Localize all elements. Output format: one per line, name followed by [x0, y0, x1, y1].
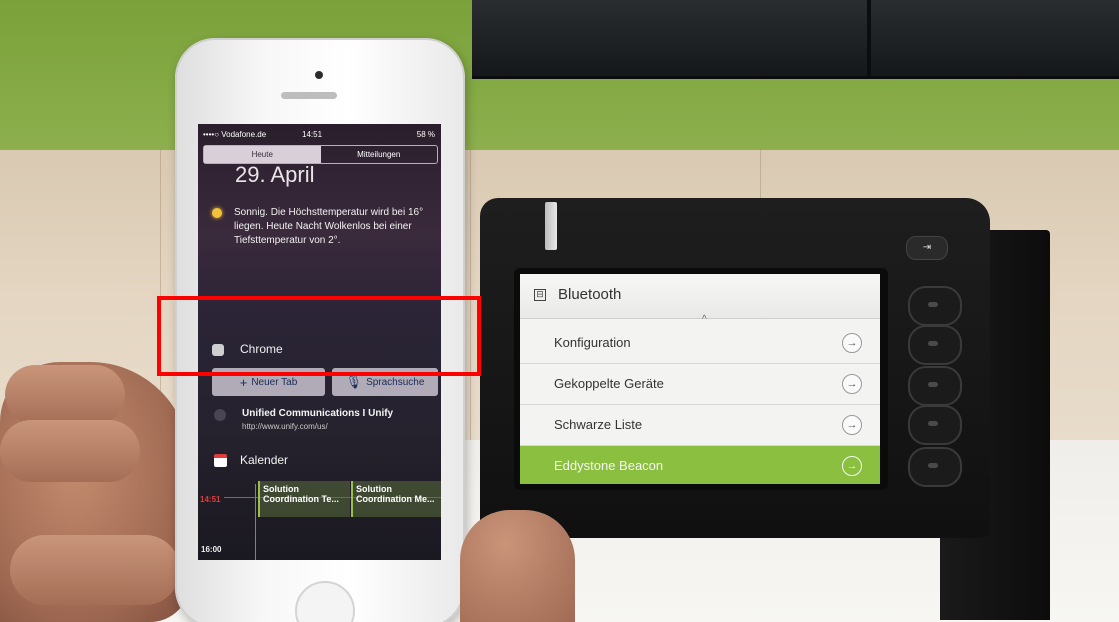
new-tab-label: Neuer Tab — [251, 376, 298, 388]
status-bar: ••••○ Vodafone.de 14:51 58 % — [198, 128, 441, 142]
plus-icon: + — [239, 374, 248, 390]
event-subtitle: Coordination Te... — [263, 494, 339, 504]
sun-icon — [212, 208, 222, 218]
wall-monitors — [472, 0, 1119, 79]
menu-item-eddystone-beacon[interactable]: Eddystone Beacon → — [520, 446, 880, 484]
handset-indicator — [545, 202, 557, 250]
carrier: ••••○ Vodafone.de — [203, 130, 267, 139]
calendar-divider — [255, 484, 256, 560]
earpiece — [281, 92, 337, 99]
tab-mitteilungen[interactable]: Mitteilungen — [321, 146, 438, 163]
collapse-icon: ⊟ — [534, 289, 546, 301]
menu-item-gekoppelte-geraete[interactable]: Gekoppelte Geräte → — [520, 364, 880, 405]
unify-link-url[interactable]: http://www.unify.com/us/ — [242, 422, 328, 431]
hour-label: 16:00 — [201, 545, 222, 554]
weather-summary: Sonnig. Die Höchsttemperatur wird bei 16… — [234, 207, 424, 246]
calendar-event[interactable]: Solution Coordination Me... — [351, 481, 441, 517]
calendar-event[interactable]: Solution Coordination Te... — [258, 481, 350, 517]
scene: ⇥ ⊟ Bluetooth ^ Konfiguration → Gekoppel… — [0, 0, 1119, 622]
unify-icon — [214, 409, 226, 421]
event-title: Solution — [356, 484, 392, 494]
arrow-right-icon: → — [842, 415, 862, 435]
exit-button[interactable]: ⇥ — [906, 236, 948, 260]
calendar-icon — [214, 454, 227, 467]
menu-item-konfiguration[interactable]: Konfiguration → — [520, 323, 880, 364]
finger — [0, 420, 140, 482]
menu-item-label: Konfiguration — [554, 335, 631, 350]
home-button[interactable] — [295, 581, 355, 622]
desk-phone-display: ⊟ Bluetooth ^ Konfiguration → Gekoppelte… — [514, 268, 888, 490]
front-camera — [315, 71, 323, 79]
widget-title-kalender: Kalender — [240, 453, 289, 467]
thumb — [10, 535, 180, 605]
event-title: Solution — [263, 484, 299, 494]
menu-item-label: Schwarze Liste — [554, 417, 643, 432]
side-key-4[interactable] — [908, 405, 962, 445]
date-heading: 29. April — [235, 162, 315, 187]
current-time-label: 14:51 — [200, 495, 221, 504]
display-title: Bluetooth — [558, 286, 622, 303]
arrow-right-icon: → — [842, 333, 862, 353]
tab-heute[interactable]: Heute — [204, 146, 321, 163]
arrow-right-icon: → — [842, 456, 862, 476]
finger — [5, 365, 125, 425]
menu-item-label: Eddystone Beacon — [554, 458, 664, 473]
microphone-icon: 🎙 — [345, 374, 363, 389]
side-key-1[interactable] — [908, 286, 962, 326]
side-key-5[interactable] — [908, 447, 962, 487]
arrow-right-icon: → — [842, 374, 862, 394]
event-subtitle: Coordination Me... — [356, 494, 435, 504]
side-key-3[interactable] — [908, 366, 962, 406]
display-header: ⊟ Bluetooth — [520, 274, 880, 319]
status-time: 14:51 — [302, 130, 323, 139]
unify-link-title[interactable]: Unified Communications I Unify — [242, 408, 393, 419]
right-hand-thumb — [460, 510, 575, 622]
side-key-2[interactable] — [908, 325, 962, 365]
battery-level: 58 % — [416, 130, 435, 139]
menu-item-label: Gekoppelte Geräte — [554, 376, 664, 391]
exit-icon: ⇥ — [922, 242, 932, 253]
voice-search-label: Sprachsuche — [366, 376, 425, 388]
menu-item-schwarze-liste[interactable]: Schwarze Liste → — [520, 405, 880, 446]
highlight-box — [157, 296, 481, 376]
